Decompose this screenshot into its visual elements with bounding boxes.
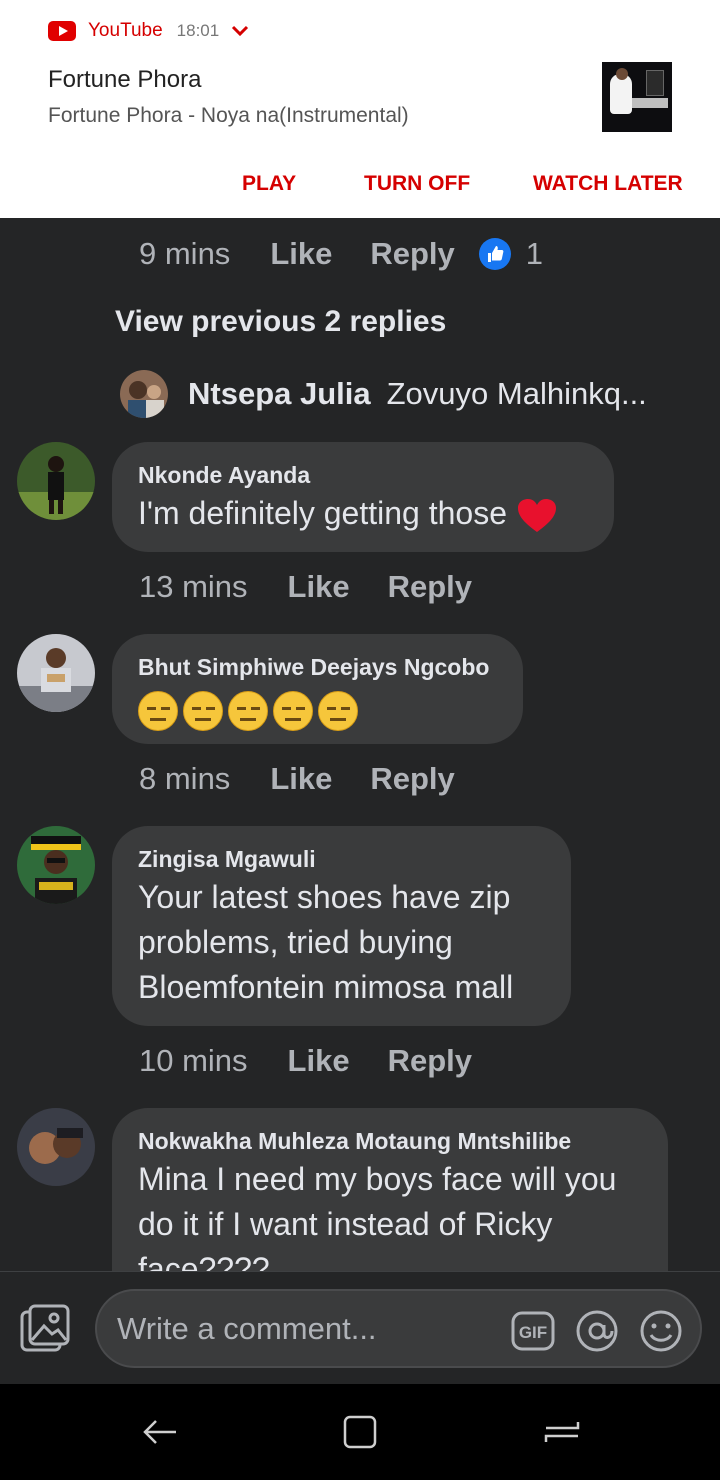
reply-preview[interactable]: Ntsepa Julia Zovuyo Malhinkq... [120, 370, 647, 418]
expressionless-emoji-icon [138, 691, 178, 731]
heart-emoji-icon [517, 498, 556, 532]
chevron-down-icon[interactable] [231, 25, 249, 37]
comment-input-box[interactable]: GIF [95, 1289, 702, 1368]
comment-meta: 8 mins Like Reply [139, 761, 455, 797]
comment-meta: 13 mins Like Reply [139, 569, 472, 605]
comment-time: 13 mins [139, 569, 248, 604]
comment-bubble[interactable]: Nkonde Ayanda I'm definitely getting tho… [112, 442, 614, 552]
watch-later-button[interactable]: WATCH LATER [533, 172, 683, 196]
avatar[interactable] [120, 370, 168, 418]
comment-meta: 10 mins Like Reply [139, 1043, 472, 1079]
notification-header: YouTube 18:01 [48, 20, 249, 42]
reply-button[interactable]: Reply [388, 1043, 472, 1079]
youtube-logo-icon [48, 21, 76, 41]
youtube-notification[interactable]: YouTube 18:01 Fortune Phora Fortune Phor… [0, 0, 720, 218]
reply-snippet: Zovuyo Malhinkq... [386, 376, 647, 411]
notification-subtitle: Fortune Phora - Noya na(Instrumental) [48, 104, 409, 127]
back-arrow-icon[interactable] [140, 1412, 180, 1452]
notification-app-name: YouTube [88, 20, 163, 41]
comment-time: 10 mins [139, 1043, 248, 1078]
expressionless-emoji-icon [228, 691, 268, 731]
comment-composer: GIF [0, 1271, 720, 1384]
thumbs-up-icon [478, 238, 511, 270]
notification-time: 18:01 [176, 21, 220, 40]
gif-icon[interactable]: GIF [511, 1309, 555, 1353]
video-thumbnail [602, 62, 672, 132]
expressionless-emoji-icon [273, 691, 313, 731]
reply-button[interactable]: Reply [370, 236, 454, 272]
reply-button[interactable]: Reply [388, 569, 472, 605]
svg-text:GIF: GIF [519, 1323, 547, 1342]
comment-author[interactable]: Zingisa Mgawuli [138, 846, 545, 873]
photo-icon[interactable] [20, 1304, 72, 1354]
comment-author[interactable]: Nkonde Ayanda [138, 462, 588, 489]
home-square-icon[interactable] [340, 1412, 380, 1452]
comment-author[interactable]: Nokwakha Muhleza Motaung Mntshilibe [138, 1128, 642, 1155]
turn-off-button[interactable]: TURN OFF [364, 172, 470, 196]
reaction-count: 1 [525, 236, 544, 271]
avatar[interactable] [17, 1108, 95, 1186]
reply-author[interactable]: Ntsepa Julia [188, 376, 371, 412]
recents-icon[interactable] [542, 1412, 582, 1452]
comment-text: Your latest shoes have zip problems, tri… [138, 879, 514, 1005]
expressionless-emoji-icon [183, 691, 223, 731]
like-button[interactable]: Like [270, 761, 332, 797]
view-previous-replies[interactable]: View previous 2 replies [115, 305, 446, 339]
notification-title: Fortune Phora [48, 66, 202, 93]
emoji-icon[interactable] [639, 1309, 683, 1353]
comment-time: 9 mins [139, 236, 231, 271]
comment-author[interactable]: Bhut Simphiwe Deejays Ngcobo [138, 654, 497, 681]
comment-time: 8 mins [139, 761, 231, 796]
comment-text: I'm definitely getting those [138, 491, 588, 536]
mention-icon[interactable] [575, 1309, 619, 1353]
avatar[interactable] [17, 442, 95, 520]
comment-bubble[interactable]: Zingisa Mgawuli Your latest shoes have z… [112, 826, 571, 1026]
like-button[interactable]: Like [270, 236, 332, 272]
like-button[interactable]: Like [288, 1043, 350, 1079]
comment-meta: 9 mins Like Reply 1 [139, 236, 543, 272]
avatar[interactable] [17, 634, 95, 712]
system-navigation-bar [0, 1384, 720, 1480]
comment-bubble[interactable]: Bhut Simphiwe Deejays Ngcobo [112, 634, 523, 744]
expressionless-emoji-icon [318, 691, 358, 731]
reply-button[interactable]: Reply [370, 761, 454, 797]
avatar[interactable] [17, 826, 95, 904]
comment-input[interactable] [117, 1309, 497, 1349]
like-button[interactable]: Like [288, 569, 350, 605]
emoji-row [138, 691, 497, 731]
notification-actions: PLAY TURN OFF WATCH LATER [0, 172, 720, 202]
play-button[interactable]: PLAY [242, 172, 296, 196]
